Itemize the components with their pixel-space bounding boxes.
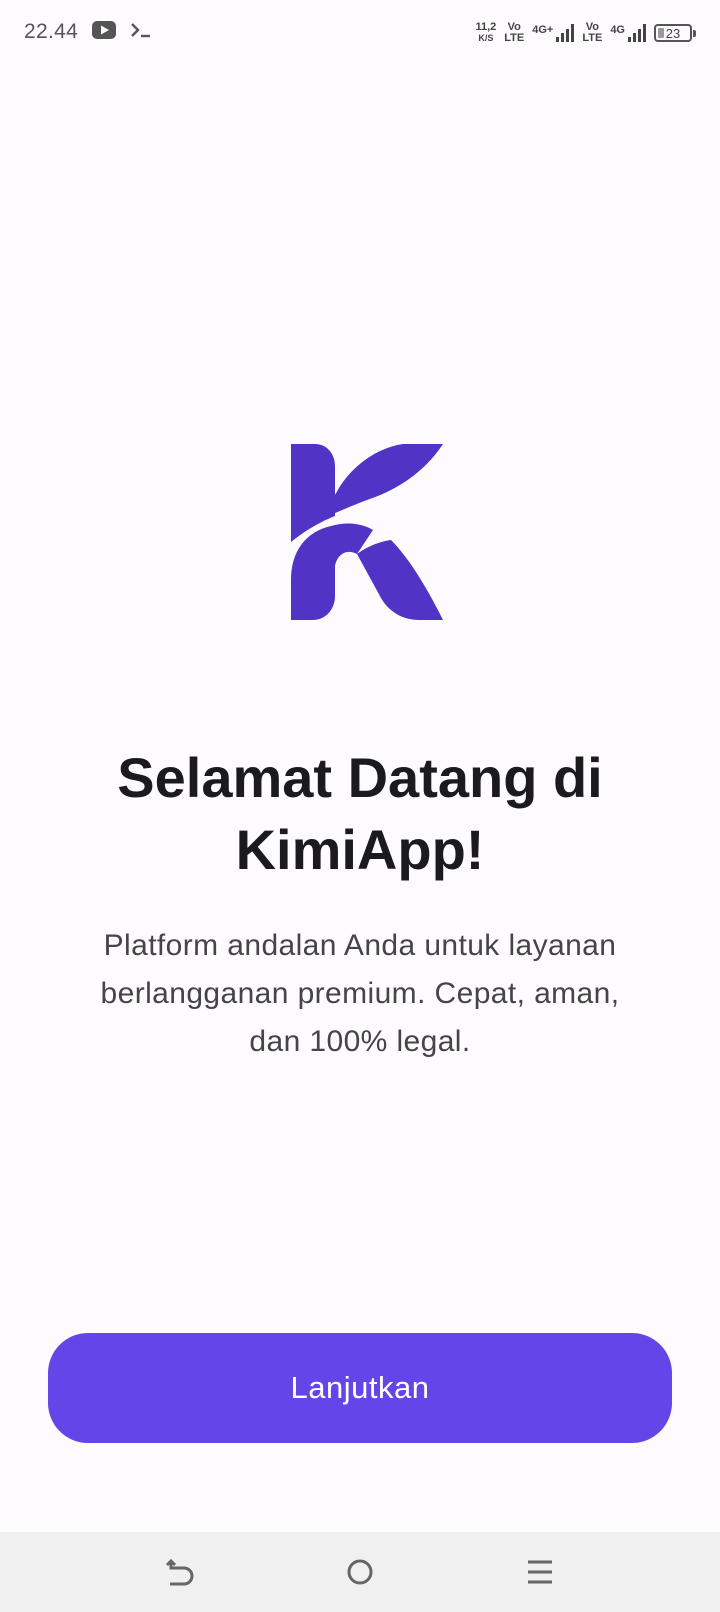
kimiapp-logo-icon [291, 444, 443, 620]
back-icon[interactable] [156, 1548, 204, 1596]
volte-indicator-2: Vo LTE [582, 22, 602, 44]
welcome-title-line2: KimiApp! [235, 818, 485, 881]
volte-2-bottom: LTE [582, 32, 603, 44]
terminal-icon [130, 21, 152, 44]
speed-value: 11,2 [475, 21, 497, 33]
continue-button[interactable]: Lanjutkan [48, 1333, 672, 1443]
net-2-label: 4G [610, 24, 625, 36]
menu-icon[interactable] [516, 1548, 564, 1596]
status-time: 22.44 [24, 20, 79, 43]
continue-button-label: Lanjutkan [290, 1370, 430, 1405]
status-right: 11,2 K/S Vo LTE 4G+ Vo LTE 4G 23 [475, 22, 696, 44]
signal-bars-2-icon [628, 24, 646, 42]
system-nav-bar [0, 1532, 720, 1612]
signal-2: 4G [610, 24, 646, 42]
welcome-title-line1: Selamat Datang di [117, 746, 603, 809]
speed-unit: K/S [478, 33, 494, 43]
welcome-subtitle-line3: dan 100% legal. [249, 1025, 471, 1058]
home-icon[interactable] [336, 1548, 384, 1596]
battery-level: 23 [665, 25, 681, 41]
status-bar: 22.44 11,2 K/S Vo LTE 4G+ Vo LTE 4G 23 [0, 0, 720, 72]
youtube-icon [92, 20, 117, 44]
network-speed: 11,2 K/S [475, 22, 496, 44]
battery-icon: 23 [654, 24, 696, 42]
status-left: 22.44 [24, 20, 152, 44]
welcome-subtitle-line1: Platform andalan Anda untuk layanan [103, 929, 617, 962]
signal-1: 4G+ [532, 24, 575, 42]
welcome-subtitle: Platform andalan Anda untuk layanan berl… [46, 922, 674, 1066]
welcome-title: Selamat Datang di KimiApp! [40, 742, 680, 886]
volte-indicator-1: Vo LTE [504, 22, 524, 44]
net-1-label: 4G+ [532, 24, 554, 36]
volte-1-bottom: LTE [504, 32, 525, 44]
signal-bars-1-icon [556, 24, 575, 42]
welcome-subtitle-line2: berlangganan premium. Cepat, aman, [100, 977, 620, 1010]
